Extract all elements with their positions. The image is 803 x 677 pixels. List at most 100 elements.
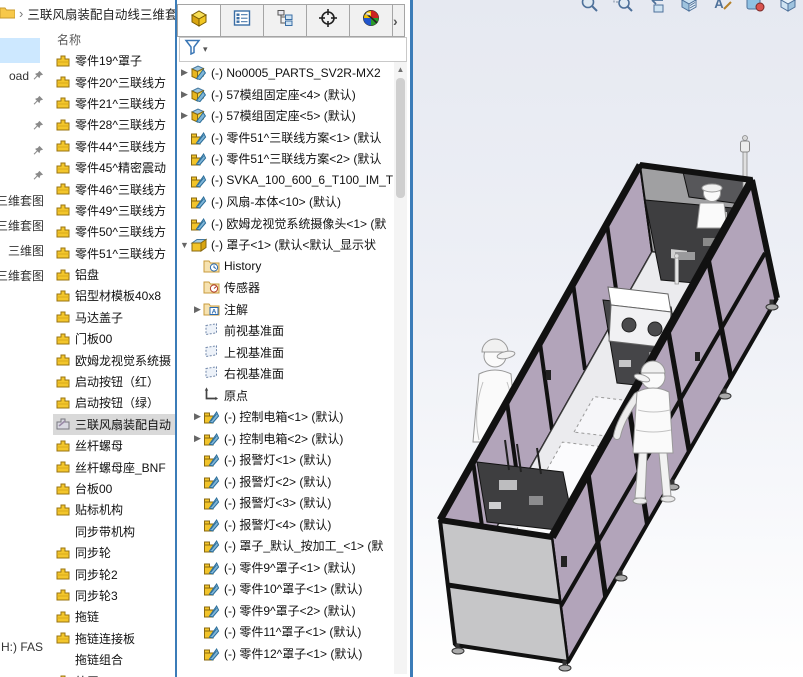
- feature-tree-item[interactable]: ▶ (-) 57模组固定座<5> (默认): [177, 105, 399, 127]
- file-list-item[interactable]: 启动按钮（红）: [53, 371, 175, 392]
- pin-icon[interactable]: [33, 95, 44, 106]
- feature-tree-item[interactable]: 右视基准面: [177, 363, 399, 385]
- nav-item[interactable]: [0, 38, 40, 63]
- nav-item[interactable]: 三维套图: [0, 188, 52, 213]
- feature-tree-item[interactable]: ▶ A 注解: [177, 299, 399, 321]
- tab-propertymanager[interactable]: [221, 5, 264, 36]
- file-list-item[interactable]: 同步轮: [53, 542, 175, 563]
- feature-tree-item[interactable]: (-) 风扇-本体<10> (默认): [177, 191, 399, 213]
- feature-tree-item[interactable]: 上视基准面: [177, 342, 399, 364]
- file-list-item[interactable]: 台板00: [53, 478, 175, 499]
- file-list-item[interactable]: 拖链: [53, 606, 175, 627]
- pin-icon[interactable]: [33, 145, 44, 156]
- file-list-item[interactable]: 零件45^精密震动: [53, 157, 175, 178]
- expand-arrow-icon[interactable]: ▶: [192, 411, 203, 422]
- feature-tree-item[interactable]: (-) 报警灯<1> (默认): [177, 449, 399, 471]
- file-list-item[interactable]: 同步带机构: [53, 521, 175, 542]
- file-list-item[interactable]: 零件28^三联线方: [53, 114, 175, 135]
- 3d-assembly-line-model[interactable]: [413, 0, 803, 677]
- feature-tree-item[interactable]: ▶ (-) 57模组固定座<4> (默认): [177, 84, 399, 106]
- feature-tree-item[interactable]: (-) 零件10^罩子<1> (默认): [177, 578, 399, 600]
- feature-tree-item[interactable]: (-) 报警灯<3> (默认): [177, 492, 399, 514]
- pin-icon[interactable]: [33, 170, 44, 181]
- scroll-up-arrow-icon[interactable]: ▲: [394, 62, 407, 74]
- file-list-item[interactable]: 零件21^三联线方: [53, 93, 175, 114]
- pin-icon[interactable]: [33, 70, 44, 81]
- nav-item[interactable]: [0, 138, 52, 163]
- nav-item[interactable]: [0, 88, 52, 113]
- drive-label[interactable]: H:) FAS: [1, 640, 43, 654]
- breadcrumb[interactable]: › 三联风扇装配自动线三维套: [0, 0, 175, 26]
- feature-tree-item[interactable]: (-) 罩子_默认_按加工_<1> (默: [177, 535, 399, 557]
- scrollbar-thumb[interactable]: [396, 78, 405, 198]
- file-list-item[interactable]: 铝盘: [53, 264, 175, 285]
- expand-arrow-icon[interactable]: ▶: [179, 67, 190, 78]
- file-list-item[interactable]: 铝型材模板40x8: [53, 285, 175, 306]
- file-list-item[interactable]: 欧姆龙视觉系统摄: [53, 349, 175, 370]
- expand-arrow-icon[interactable]: ▶: [179, 110, 190, 121]
- feature-tree-item[interactable]: 传感器: [177, 277, 399, 299]
- feature-tree-item[interactable]: (-) 零件51^三联线方案<2> (默认: [177, 148, 399, 170]
- feature-tree-item[interactable]: (-) 欧姆龙视觉系统摄像头<1> (默: [177, 213, 399, 235]
- feature-tree-item[interactable]: 前视基准面: [177, 320, 399, 342]
- file-list-item[interactable]: 零件44^三联线方: [53, 136, 175, 157]
- file-name: 零件51^三联线方: [75, 246, 166, 261]
- nav-item[interactable]: 三维套图: [0, 213, 52, 238]
- filter-funnel-icon[interactable]: [184, 39, 201, 60]
- enclosure-near-wall[interactable]: [438, 518, 570, 664]
- feature-tree-item[interactable]: ▼ (-) 罩子<1> (默认<默认_显示状: [177, 234, 399, 256]
- expand-arrow-icon[interactable]: ▼: [179, 240, 190, 250]
- feature-tree-item[interactable]: (-) 报警灯<4> (默认): [177, 514, 399, 536]
- feature-tree-item[interactable]: (-) 零件11^罩子<1> (默认): [177, 621, 399, 643]
- rim-pole[interactable]: [674, 253, 680, 285]
- file-list-item[interactable]: 丝杆螺母座_BNF: [53, 456, 175, 477]
- filter-caret-icon[interactable]: ▾: [203, 44, 208, 55]
- file-list-item[interactable]: 零件19^罩子: [53, 50, 175, 71]
- nav-item[interactable]: [0, 163, 52, 188]
- file-list-item[interactable]: 零件51^三联线方: [53, 243, 175, 264]
- file-list-item[interactable]: 拖链连接板: [53, 628, 175, 649]
- tree-scrollbar[interactable]: ▲: [394, 62, 407, 674]
- file-list-item[interactable]: 同步轮2: [53, 563, 175, 584]
- file-list-item[interactable]: 同步轮3: [53, 585, 175, 606]
- tab-featuremanager[interactable]: [178, 5, 221, 36]
- feature-tree-item[interactable]: ▶ (-) 控制电箱<2> (默认): [177, 428, 399, 450]
- file-list-item[interactable]: 三联风扇装配自动: [53, 413, 175, 436]
- file-list-item[interactable]: 零件50^三联线方: [53, 221, 175, 242]
- feature-tree-item[interactable]: History: [177, 256, 399, 278]
- file-list-item[interactable]: 外罩: [53, 670, 175, 677]
- feature-tree-item[interactable]: (-) 零件9^罩子<1> (默认): [177, 557, 399, 579]
- expand-arrow-icon[interactable]: ▶: [192, 304, 203, 315]
- feature-tree-item[interactable]: (-) 零件12^罩子<1> (默认): [177, 643, 399, 665]
- nav-item[interactable]: oad: [0, 63, 52, 88]
- feature-tree-item[interactable]: (-) SVKA_100_600_6_T100_IM_T: [177, 170, 399, 192]
- file-list-item[interactable]: 贴标机构: [53, 499, 175, 520]
- file-list-item[interactable]: 门板00: [53, 328, 175, 349]
- feature-tree-item[interactable]: (-) 零件9^罩子<2> (默认): [177, 600, 399, 622]
- feature-tree-item[interactable]: ▶ (-) No0005_PARTS_SV2R-MX2: [177, 62, 399, 84]
- file-list-item[interactable]: 丝杆螺母: [53, 435, 175, 456]
- tree-filter-box[interactable]: ▾: [179, 37, 407, 62]
- file-list-item[interactable]: 零件20^三联线方: [53, 71, 175, 92]
- graphics-viewport[interactable]: A: [413, 0, 803, 677]
- pin-icon[interactable]: [33, 120, 44, 131]
- feature-tree-item[interactable]: (-) 零件51^三联线方案<1> (默认: [177, 127, 399, 149]
- feature-tree-item[interactable]: ▶ (-) 控制电箱<1> (默认): [177, 406, 399, 428]
- file-list-item[interactable]: 马达盖子: [53, 307, 175, 328]
- file-list-item[interactable]: 启动按钮（绿）: [53, 392, 175, 413]
- tab-displaymanager[interactable]: [350, 5, 393, 36]
- nav-item[interactable]: [0, 113, 52, 138]
- tab-overflow-arrow[interactable]: ›: [393, 5, 405, 36]
- file-list-item[interactable]: 零件46^三联线方: [53, 178, 175, 199]
- file-list-item[interactable]: 零件49^三联线方: [53, 200, 175, 221]
- expand-arrow-icon[interactable]: ▶: [192, 433, 203, 444]
- feature-tree-item[interactable]: (-) 报警灯<2> (默认): [177, 471, 399, 493]
- tab-configurationmanager[interactable]: [264, 5, 307, 36]
- expand-arrow-icon[interactable]: ▶: [179, 89, 190, 100]
- nav-item[interactable]: 三维套图: [0, 263, 52, 288]
- tab-dimxpertmanager[interactable]: [307, 5, 350, 36]
- column-header-name[interactable]: 名称: [53, 31, 175, 50]
- nav-item[interactable]: 三维图: [0, 238, 52, 263]
- feature-tree-item[interactable]: 原点: [177, 385, 399, 407]
- file-list-item[interactable]: 拖链组合: [53, 649, 175, 670]
